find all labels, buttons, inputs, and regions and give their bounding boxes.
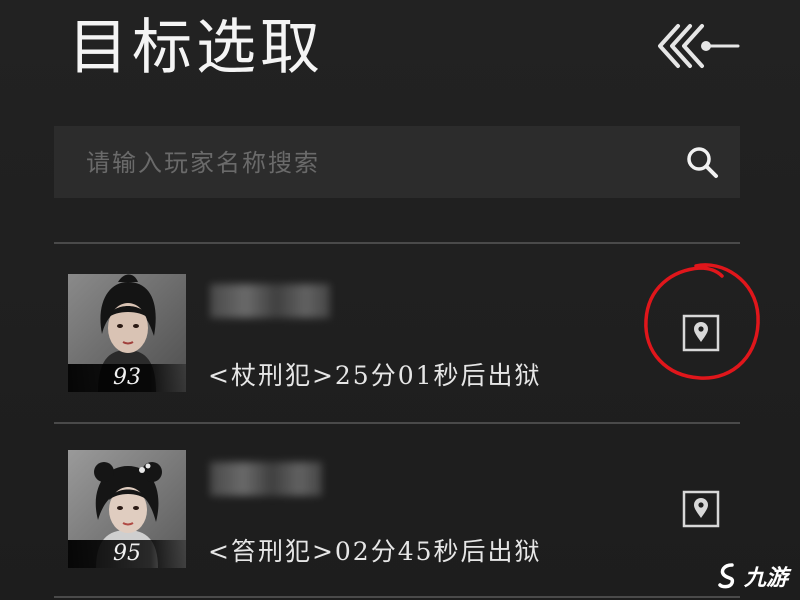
search-bar [54, 126, 740, 200]
back-button[interactable] [652, 18, 744, 74]
divider [54, 242, 740, 244]
search-icon[interactable] [684, 144, 720, 180]
player-name-blurred [210, 284, 330, 318]
player-row[interactable]: 93 <杖刑犯>25分01秒后出狱 [54, 252, 740, 424]
triple-chevron-back-icon [658, 24, 740, 68]
map-pin-icon[interactable] [682, 314, 720, 352]
jiuyou-logo-icon [718, 563, 735, 589]
divider [54, 596, 740, 598]
target-select-screen: 目标选取 请输入玩家名称搜索 93 <杖刑犯>25分01秒后出狱 95 <笞刑犯… [0, 0, 800, 600]
watermark-text: 九游 [743, 566, 788, 591]
page-title: 目标选取 [68, 13, 324, 83]
prison-status: <杖刑犯>25分01秒后出狱 [208, 361, 542, 390]
avatar: 95 [68, 450, 186, 568]
player-name-blurred [210, 462, 322, 496]
divider [54, 422, 740, 424]
player-level: 95 [113, 541, 141, 566]
player-level: 93 [113, 365, 141, 390]
prison-status: <笞刑犯>02分45秒后出狱 [208, 537, 542, 566]
search-input[interactable] [84, 126, 648, 200]
map-pin-icon[interactable] [682, 490, 720, 528]
watermark: 九游 [716, 560, 788, 592]
player-row[interactable]: 95 <笞刑犯>02分45秒后出狱 [54, 428, 740, 600]
avatar: 93 [68, 274, 186, 392]
